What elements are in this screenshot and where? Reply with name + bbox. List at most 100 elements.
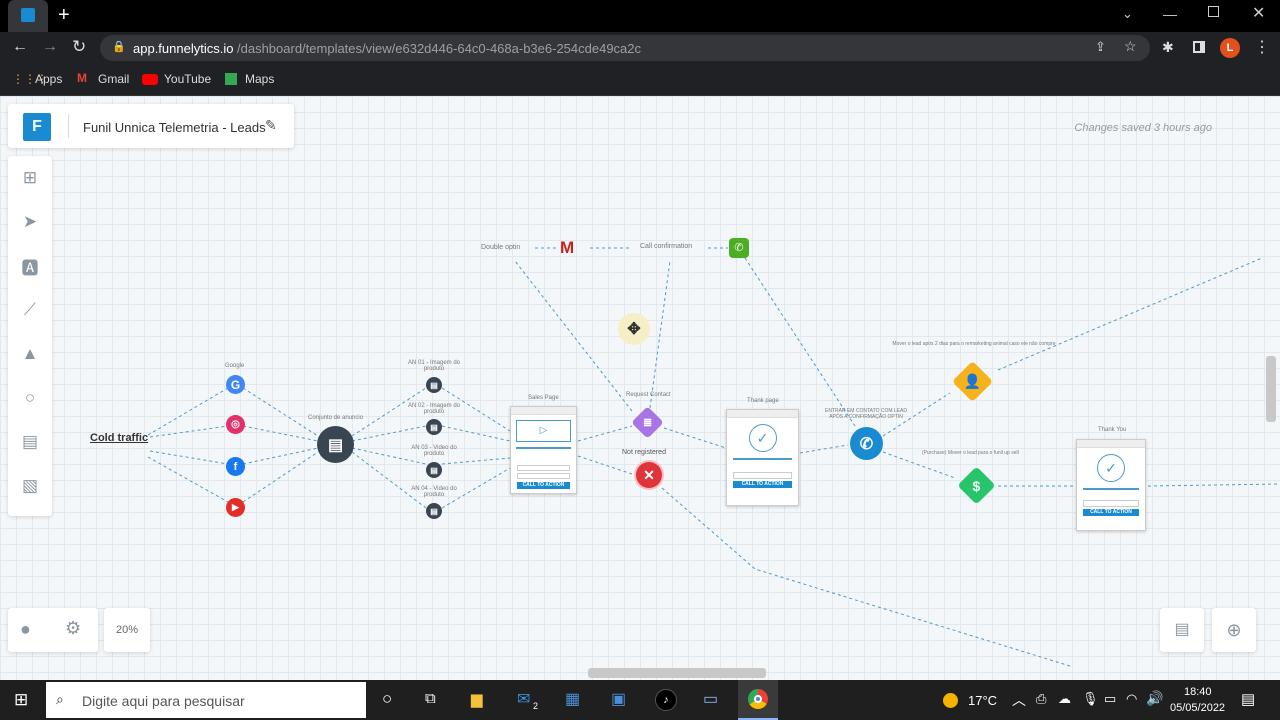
extensions-icon[interactable]: ✱ [1162,39,1174,56]
menu-icon[interactable]: ⋮ [1254,37,1270,57]
connection [149,450,229,465]
bookmark-youtube[interactable]: YouTube [164,72,211,86]
thank-you-node[interactable]: ✓ CALL TO ACTION [1076,439,1146,531]
settings-gear-icon[interactable]: ⚙ [65,618,81,639]
close-icon[interactable]: ✕ [1252,3,1265,23]
edit-pencil-icon[interactable]: ✎ [265,117,277,134]
funnelytics-favicon-icon [21,8,35,22]
add-element-icon[interactable]: ⊞ [8,156,52,200]
ad-label: AN 03 - Video do produto [411,445,457,457]
gallery-icon[interactable]: ▤ [8,420,52,464]
url-field[interactable]: 🔒 app.funnelytics.io /dashboard/template… [100,35,1150,61]
battery-icon[interactable]: ▭ [1104,691,1116,707]
show-hidden-icons-chevron-icon[interactable]: ︿ [1012,690,1026,710]
reload-icon[interactable]: ↻ [72,37,86,57]
request-contact-label: Request Contact [626,392,671,398]
bookmark-apps[interactable]: Apps [35,72,62,86]
cold-traffic-label[interactable]: Cold traffic [90,432,148,444]
volume-icon[interactable]: 🔊 [1146,690,1163,707]
horizontal-scrollbar[interactable] [588,668,766,678]
forward-icon[interactable]: → [42,38,58,56]
weather-sun-icon [943,693,958,708]
instagram-icon[interactable]: ◎ [226,415,245,434]
notifications-icon[interactable]: ▤ [1241,690,1255,708]
taskbar-search[interactable]: ⌕ Digite aqui para pesquisar [46,682,366,718]
tool-sidebar: ⊞ ➤ 🅰 ⟋ ▲ ○ ▤ ▧ [8,156,52,516]
facebook-icon[interactable]: f [226,457,245,476]
tray-icon[interactable]: ⎙ [1036,691,1046,707]
cta-button: CALL TO ACTION [733,481,792,488]
ad-icon[interactable]: ▤ [426,462,442,478]
bookmark-star-icon[interactable]: ☆ [1124,38,1137,55]
mail-badge: 2 [533,701,539,711]
check-icon: ✓ [748,424,777,452]
google-icon[interactable]: G [226,375,245,394]
connector-tool-icon[interactable]: ⟋ [8,288,52,332]
shape-circle-icon[interactable]: ○ [8,376,52,420]
thank-page-node[interactable]: ✓ CALL TO ACTION [726,409,799,506]
check-icon: ✓ [1097,454,1125,482]
image-tool-icon[interactable]: ▲ [8,332,52,376]
microphone-icon[interactable]: 🎙 [1082,691,1099,707]
browser-tab[interactable] [8,0,48,32]
media-library-icon[interactable]: ▧ [8,464,52,508]
ad-set-label: Conjunto de anuncio [308,415,364,421]
connection [661,487,1071,667]
gmail-node-icon[interactable]: M [560,238,574,258]
youtube-node-icon[interactable]: ▶ [226,498,245,517]
funnelytics-logo[interactable]: F [23,113,51,141]
app-icon[interactable]: ▣ [611,689,626,709]
ad-icon[interactable]: ▤ [426,377,442,393]
clock-time[interactable]: 18:40 [1184,686,1212,698]
onedrive-icon[interactable]: ☁ [1058,691,1071,707]
connection [147,456,229,503]
zoom-level[interactable]: 20% [104,608,150,652]
maximize-icon[interactable] [1208,6,1219,17]
help-icon[interactable]: ⊕ [1212,608,1256,652]
clock-date[interactable]: 05/05/2022 [1170,702,1225,714]
move-cursor-icon: ✥ [618,313,650,345]
tiktok-icon[interactable]: ♪ [655,689,677,711]
thank-you-label: Thank You [1098,427,1127,433]
new-tab-icon[interactable]: + [58,4,70,27]
bookmark-maps[interactable]: Maps [245,72,274,86]
temperature[interactable]: 17°C [968,693,997,708]
youtube-icon [142,74,158,85]
side-panel-icon[interactable] [1193,41,1205,53]
ad-icon[interactable]: ▤ [426,419,442,435]
vertical-scrollbar[interactable] [1266,356,1276,422]
minimize-icon[interactable]: — [1163,6,1177,22]
wifi-icon[interactable]: ◠ [1126,691,1137,707]
not-registered-x-icon[interactable]: ✕ [636,462,662,488]
pointer-icon[interactable]: ➤ [8,200,52,244]
ad-label: AN 04 - Video do produto [411,486,457,498]
connection [649,260,671,409]
remote-desktop-icon[interactable]: ▭ [703,689,718,709]
share-icon[interactable]: ⇪ [1095,39,1106,55]
task-view-icon[interactable]: ⧉ [425,690,436,707]
text-tool-icon[interactable]: 🅰 [8,244,52,288]
ad-icon[interactable]: ▤ [426,503,442,519]
bookmark-gmail[interactable]: Gmail [98,72,129,86]
windows-start-icon[interactable]: ⊞ [14,690,28,710]
phone-node-icon[interactable]: ✆ [850,427,883,460]
user-icon[interactable]: ● [20,619,31,640]
ad-set-icon[interactable]: ▤ [317,426,354,463]
connection [242,451,319,503]
sales-page-node[interactable]: ▷ CALL TO ACTION [510,406,577,494]
profile-avatar[interactable]: L [1220,38,1240,58]
mail-icon[interactable]: ✉ [517,689,530,709]
phone-call-icon[interactable]: ✆ [729,238,749,258]
report-icon[interactable]: ▤ [1160,608,1204,652]
funnel-title[interactable]: Funil Unnica Telemetria - Leads [83,120,266,135]
funnel-canvas[interactable]: F Funil Unnica Telemetria - Leads ✎ Chan… [0,96,1280,680]
tab-search-icon[interactable]: ⌄ [1122,6,1133,22]
back-icon[interactable]: ← [12,38,28,56]
thank-page-label: Thank page [747,398,779,404]
connection [799,444,849,454]
file-explorer-icon[interactable]: ▆ [471,690,483,708]
cta-button: CALL TO ACTION [517,482,570,489]
calculator-icon[interactable]: ▦ [565,689,580,709]
cortana-icon[interactable]: ○ [382,689,392,709]
chrome-taskbar-button[interactable] [738,680,778,720]
